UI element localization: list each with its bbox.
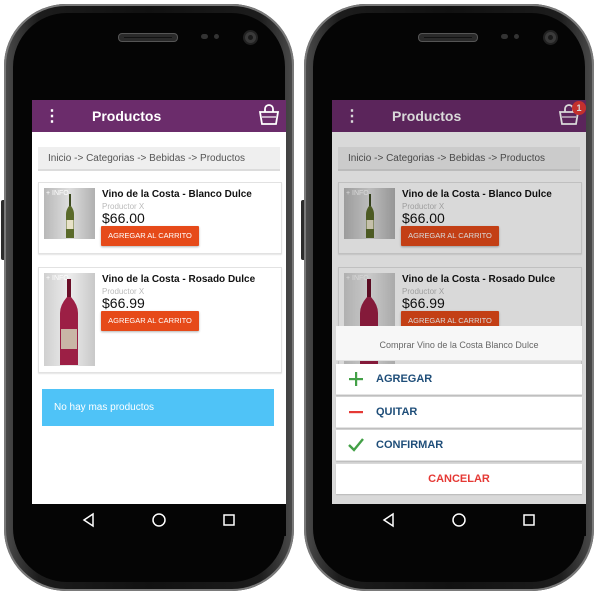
overflow-menu-icon[interactable]: ⋮ <box>44 106 60 126</box>
phone-left: ⋮ Productos Inicio -> Categorias -> Bebi… <box>0 0 298 595</box>
sensor-dot <box>214 34 219 39</box>
earpiece-speaker <box>418 33 478 42</box>
check-icon <box>348 438 364 452</box>
home-icon[interactable] <box>450 511 468 529</box>
option-label: AGREGAR <box>376 373 433 385</box>
home-icon[interactable] <box>150 511 168 529</box>
sensor-dot <box>501 34 508 39</box>
add-quantity-option[interactable]: AGREGAR <box>336 364 582 395</box>
add-to-cart-button[interactable]: AGREGAR AL CARRITO <box>101 311 199 331</box>
front-camera <box>245 32 256 43</box>
product-image[interactable]: + INFO <box>44 188 95 239</box>
action-sheet-title: Comprar Vino de la Costa Blanco Dulce <box>336 326 582 361</box>
product-price: $66.99 <box>102 295 145 311</box>
option-label: QUITAR <box>376 406 418 418</box>
app-bar: ⋮ Productos <box>32 100 286 132</box>
product-image[interactable]: + INFO <box>44 273 95 366</box>
shopping-bag-icon[interactable] <box>258 103 280 127</box>
no-more-products-banner: No hay mas productos <box>42 389 274 426</box>
earpiece-speaker <box>118 33 178 42</box>
front-camera <box>545 32 556 43</box>
system-nav-bar <box>332 504 586 536</box>
product-card: + INFO Vino de la Costa - Rosado Dulce P… <box>38 267 282 373</box>
product-name[interactable]: Vino de la Costa - Rosado Dulce <box>102 274 255 285</box>
product-price: $66.00 <box>102 210 145 226</box>
option-label: CONFIRMAR <box>376 439 444 451</box>
cancel-button[interactable]: CANCELAR <box>336 464 582 494</box>
wine-bottle-icon <box>66 194 74 238</box>
recents-icon[interactable] <box>220 511 238 529</box>
system-nav-bar <box>32 504 286 536</box>
sensor-dot <box>514 34 519 39</box>
purchase-action-sheet: Comprar Vino de la Costa Blanco Dulce AG… <box>336 326 582 496</box>
plus-icon <box>349 372 363 386</box>
breadcrumb: Inicio -> Categorias -> Bebidas -> Produ… <box>38 147 280 171</box>
app-screen: ⋮ Productos Inicio -> Categorias -> Bebi… <box>32 100 286 504</box>
product-card: + INFO Vino de la Costa - Blanco Dulce P… <box>38 182 282 254</box>
wine-bottle-icon <box>60 279 78 365</box>
phone-right: ⋮ Productos 1 Inicio -> Categorias -> Be… <box>300 0 598 595</box>
page-title: Productos <box>92 108 162 124</box>
recents-icon[interactable] <box>520 511 538 529</box>
confirm-option[interactable]: CONFIRMAR <box>336 430 582 461</box>
back-icon[interactable] <box>380 511 398 529</box>
back-icon[interactable] <box>80 511 98 529</box>
remove-quantity-option[interactable]: QUITAR <box>336 397 582 428</box>
add-to-cart-button[interactable]: AGREGAR AL CARRITO <box>101 226 199 246</box>
product-name[interactable]: Vino de la Costa - Blanco Dulce <box>102 189 252 200</box>
sensor-dot <box>201 34 208 39</box>
minus-icon <box>349 411 363 414</box>
app-screen: ⋮ Productos 1 Inicio -> Categorias -> Be… <box>332 100 586 504</box>
